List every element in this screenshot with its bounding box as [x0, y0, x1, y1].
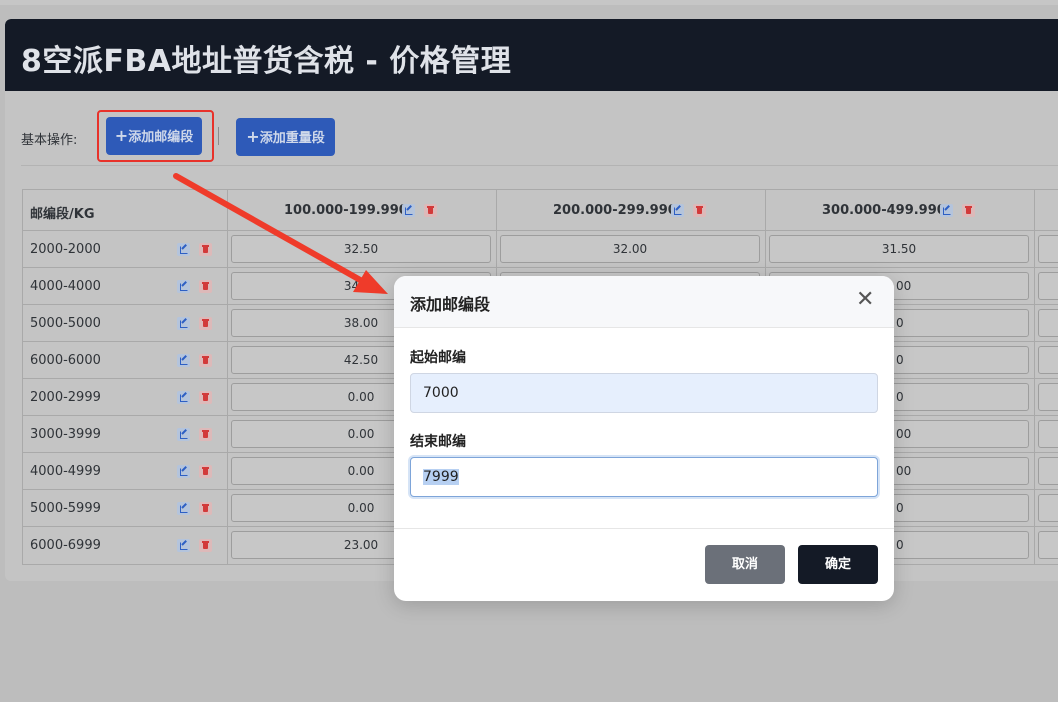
column-header: 200.000-299.990	[496, 190, 765, 231]
corner-header: 邮编段/KG	[30, 207, 95, 222]
postal-range-label: 5000-5999	[30, 501, 101, 516]
cell-divider	[227, 379, 228, 415]
column-header-overflow	[1034, 190, 1058, 231]
postal-range-label: 6000-6999	[30, 538, 101, 553]
cell-divider	[227, 490, 228, 526]
edit-icon[interactable]	[177, 465, 190, 478]
price-cell-input[interactable]	[1038, 272, 1058, 300]
add-weight-range-label: 添加重量段	[259, 131, 325, 146]
cell-divider	[227, 527, 228, 564]
top-strip	[0, 0, 1058, 5]
delete-icon[interactable]	[199, 465, 212, 478]
delete-icon[interactable]	[199, 428, 212, 441]
cell-divider	[1034, 416, 1035, 452]
delete-icon[interactable]	[199, 502, 212, 515]
postal-range-label: 6000-6000	[30, 353, 101, 368]
postal-range-label: 3000-3999	[30, 427, 101, 442]
basic-operations-label: 基本操作:	[21, 133, 78, 148]
cell-divider	[1034, 231, 1035, 267]
cell-divider	[227, 268, 228, 304]
page-header: 8空派FBA地址普货含税 - 价格管理	[5, 19, 1058, 91]
edit-icon[interactable]	[177, 502, 190, 515]
edit-icon[interactable]	[177, 317, 190, 330]
edit-icon[interactable]	[177, 428, 190, 441]
add-postal-range-dialog: 添加邮编段 ✕ 起始邮编 7000 结束邮编 7999 取消 确定	[394, 276, 894, 601]
close-icon[interactable]: ✕	[856, 289, 874, 311]
delete-icon[interactable]	[199, 243, 212, 256]
cell-divider	[1034, 453, 1035, 489]
toolbar-separator	[218, 127, 219, 145]
cell-divider	[765, 231, 766, 267]
cell-divider	[1034, 268, 1035, 304]
delete-icon[interactable]	[199, 391, 212, 404]
cell-divider	[227, 342, 228, 378]
edit-icon[interactable]	[177, 539, 190, 552]
start-postal-label: 起始邮编	[410, 350, 466, 366]
edit-icon[interactable]	[177, 391, 190, 404]
end-postal-input[interactable]: 7999	[410, 457, 878, 497]
end-postal-label: 结束邮编	[410, 434, 466, 450]
price-cell-input[interactable]: 32.50	[231, 235, 491, 263]
price-cell-input[interactable]	[1038, 531, 1058, 559]
edit-icon[interactable]	[177, 354, 190, 367]
delete-icon[interactable]	[693, 204, 706, 217]
delete-icon[interactable]	[199, 280, 212, 293]
plus-icon: +	[246, 127, 260, 146]
dialog-footer-divider	[394, 528, 894, 529]
postal-range-label: 5000-5000	[30, 316, 101, 331]
page-backdrop: 8空派FBA地址普货含税 - 价格管理 基本操作: +添加邮编段 +添加重量段 …	[0, 0, 1058, 702]
price-cell-input[interactable]: 32.00	[500, 235, 760, 263]
price-cell-input[interactable]	[1038, 309, 1058, 337]
table-header-row: 邮编段/KG 100.000-199.990 200.000-299.990 300…	[23, 190, 1058, 231]
column-header: 300.000-499.990	[765, 190, 1034, 231]
postal-range-label: 2000-2999	[30, 390, 101, 405]
toolbar-divider	[21, 165, 1058, 166]
column-header-label: 100.000-199.990	[284, 203, 408, 218]
price-cell-input[interactable]	[1038, 383, 1058, 411]
dialog-header: 添加邮编段 ✕	[394, 276, 894, 328]
cell-divider	[227, 416, 228, 452]
delete-icon[interactable]	[424, 204, 437, 217]
end-postal-value: 7999	[423, 469, 459, 485]
cell-divider	[496, 231, 497, 267]
cell-divider	[1034, 305, 1035, 341]
price-cell-input[interactable]	[1038, 494, 1058, 522]
delete-icon[interactable]	[199, 317, 212, 330]
column-header-label: 200.000-299.990	[553, 203, 677, 218]
cell-divider	[1034, 342, 1035, 378]
table-row: 2000-2000 32.50 32.00 31.50	[23, 231, 1058, 268]
annotation-highlight-box	[97, 110, 214, 162]
delete-icon[interactable]	[962, 204, 975, 217]
price-cell-input[interactable]	[1038, 457, 1058, 485]
cell-divider	[1034, 379, 1035, 415]
cell-divider	[1034, 527, 1035, 564]
cell-divider	[227, 231, 228, 267]
page-title: 8空派FBA地址普货含税 - 价格管理	[21, 44, 512, 79]
edit-icon[interactable]	[177, 280, 190, 293]
edit-icon[interactable]	[671, 204, 684, 217]
cell-divider	[227, 453, 228, 489]
postal-range-label: 4000-4999	[30, 464, 101, 479]
edit-icon[interactable]	[177, 243, 190, 256]
cancel-button[interactable]: 取消	[705, 545, 785, 584]
price-cell-input[interactable]	[1038, 235, 1058, 263]
cell-divider	[227, 305, 228, 341]
delete-icon[interactable]	[199, 354, 212, 367]
postal-range-label: 4000-4000	[30, 279, 101, 294]
edit-icon[interactable]	[402, 204, 415, 217]
column-header: 100.000-199.990	[227, 190, 496, 231]
dialog-title: 添加邮编段	[410, 295, 491, 314]
delete-icon[interactable]	[199, 539, 212, 552]
confirm-button[interactable]: 确定	[798, 545, 878, 584]
column-header-label: 300.000-499.990	[822, 203, 946, 218]
postal-range-label: 2000-2000	[30, 242, 101, 257]
price-cell-input[interactable]	[1038, 420, 1058, 448]
add-weight-range-button[interactable]: +添加重量段	[236, 118, 335, 156]
start-postal-value: 7000	[423, 385, 459, 401]
price-cell-input[interactable]: 31.50	[769, 235, 1029, 263]
cell-divider	[1034, 490, 1035, 526]
start-postal-input[interactable]: 7000	[410, 373, 878, 413]
edit-icon[interactable]	[940, 204, 953, 217]
price-cell-input[interactable]	[1038, 346, 1058, 374]
